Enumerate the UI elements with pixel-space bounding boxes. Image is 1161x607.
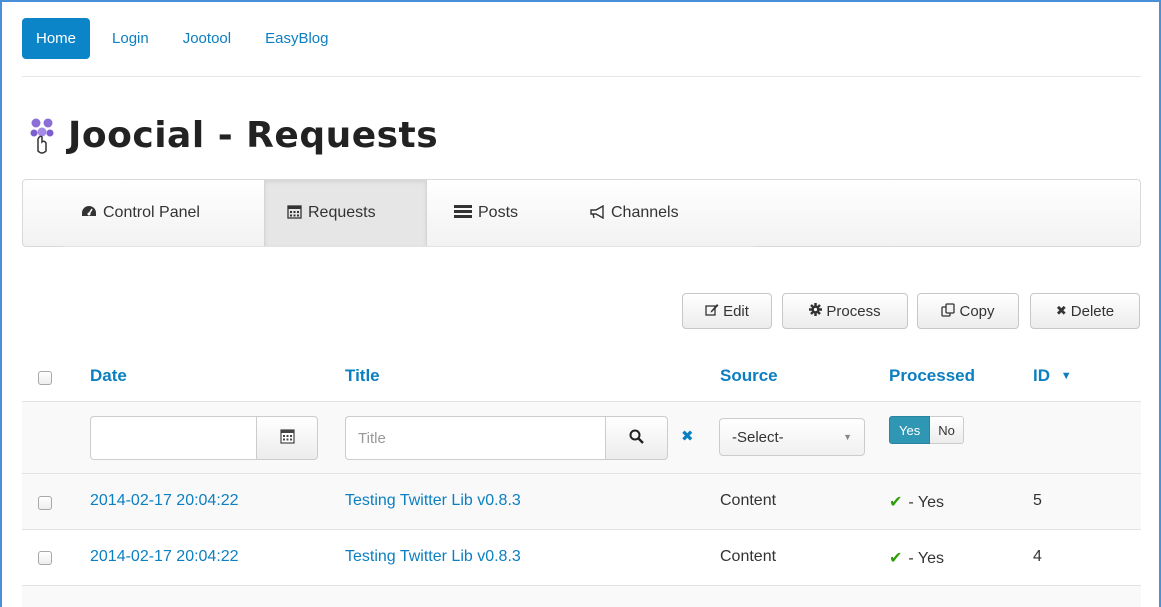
nav-easyblog[interactable]: EasyBlog bbox=[265, 30, 328, 47]
edit-label: Edit bbox=[723, 302, 749, 320]
id-header-label: ID bbox=[1033, 366, 1050, 385]
joocial-logo-icon bbox=[30, 118, 54, 154]
row-source: Content bbox=[720, 548, 777, 565]
tab-underline bbox=[63, 246, 755, 247]
select-all-checkbox[interactable] bbox=[38, 371, 52, 385]
source-select-value: -Select- bbox=[732, 428, 784, 446]
row-processed: ✔ - Yes bbox=[889, 492, 944, 512]
source-select[interactable]: -Select- ▼ bbox=[719, 418, 865, 456]
row-processed-label: - Yes bbox=[908, 494, 944, 511]
title-filter: Title bbox=[345, 416, 668, 460]
delete-button[interactable]: ✖ Delete bbox=[1030, 293, 1140, 329]
chevron-down-icon: ▼ bbox=[843, 432, 852, 442]
checkmark-icon: ✔ bbox=[889, 550, 903, 567]
tab-label: Requests bbox=[308, 204, 376, 221]
copy-button[interactable]: Copy bbox=[917, 293, 1019, 329]
process-label: Process bbox=[826, 302, 881, 320]
top-navigation: Home Login Jootool EasyBlog bbox=[22, 18, 362, 59]
bullhorn-icon bbox=[589, 204, 605, 222]
row-date[interactable]: 2014-02-17 20:04:22 bbox=[90, 548, 239, 566]
nav-login[interactable]: Login bbox=[112, 30, 149, 47]
calendar-icon bbox=[287, 204, 302, 222]
search-button[interactable] bbox=[605, 416, 668, 460]
process-button[interactable]: Process bbox=[782, 293, 908, 329]
sub-navigation: Control Panel Requests Posts Channels bbox=[22, 179, 1141, 247]
list-icon bbox=[454, 205, 472, 221]
page-header: Joocial - Requests bbox=[28, 113, 438, 157]
edit-button[interactable]: Edit bbox=[682, 293, 772, 329]
nav-home[interactable]: Home bbox=[22, 18, 91, 59]
row-processed: ✔ - Yes bbox=[889, 548, 944, 568]
row-id: 4 bbox=[1033, 548, 1042, 565]
row-title[interactable]: Testing Twitter Lib v0.8.3 bbox=[345, 548, 521, 566]
date-filter bbox=[90, 416, 318, 460]
column-header-date[interactable]: Date bbox=[90, 366, 127, 386]
caret-down-icon: ▼ bbox=[1060, 370, 1072, 382]
row-date[interactable]: 2014-02-17 20:04:22 bbox=[90, 492, 239, 510]
title-search-input[interactable]: Title bbox=[345, 416, 605, 460]
tab-label: Channels bbox=[611, 204, 679, 221]
tab-label: Posts bbox=[478, 204, 519, 221]
checkmark-icon: ✔ bbox=[889, 494, 903, 511]
row-divider bbox=[22, 529, 1141, 530]
page-title: Joocial - Requests bbox=[68, 114, 439, 156]
row-checkbox[interactable] bbox=[38, 496, 52, 510]
processed-toggle: Yes No bbox=[889, 416, 964, 444]
close-icon: ✖ bbox=[1055, 303, 1067, 318]
tab-label: Control Panel bbox=[103, 204, 200, 221]
nav-jootool[interactable]: Jootool bbox=[183, 30, 231, 47]
dashboard-icon bbox=[81, 205, 97, 222]
row-source: Content bbox=[720, 492, 777, 509]
processed-no-button[interactable]: No bbox=[930, 416, 964, 444]
table-row-background bbox=[22, 586, 1141, 607]
copy-label: Copy bbox=[959, 302, 995, 320]
row-title[interactable]: Testing Twitter Lib v0.8.3 bbox=[345, 492, 521, 510]
column-header-processed[interactable]: Processed bbox=[889, 366, 975, 386]
tab-requests[interactable]: Requests bbox=[264, 180, 427, 246]
edit-icon bbox=[705, 303, 719, 319]
delete-label: Delete bbox=[1070, 302, 1115, 320]
row-id: 5 bbox=[1033, 492, 1042, 509]
nav-divider bbox=[22, 76, 1141, 77]
tab-posts[interactable]: Posts bbox=[454, 180, 518, 246]
row-checkbox[interactable] bbox=[38, 551, 52, 565]
date-filter-input[interactable] bbox=[90, 416, 256, 460]
row-processed-label: - Yes bbox=[908, 550, 944, 567]
search-icon bbox=[629, 429, 644, 448]
column-header-id[interactable]: ID ▼ bbox=[1033, 366, 1072, 386]
column-header-title[interactable]: Title bbox=[345, 366, 380, 386]
calendar-button[interactable] bbox=[256, 416, 318, 460]
column-header-source[interactable]: Source bbox=[720, 366, 778, 386]
calendar-icon bbox=[279, 428, 295, 448]
tab-control-panel[interactable]: Control Panel bbox=[81, 180, 200, 246]
copy-icon bbox=[941, 302, 956, 320]
gear-icon bbox=[809, 303, 823, 319]
clear-filter-icon[interactable]: ✖ bbox=[681, 427, 694, 445]
tab-channels[interactable]: Channels bbox=[589, 180, 679, 246]
processed-yes-button[interactable]: Yes bbox=[889, 416, 931, 444]
